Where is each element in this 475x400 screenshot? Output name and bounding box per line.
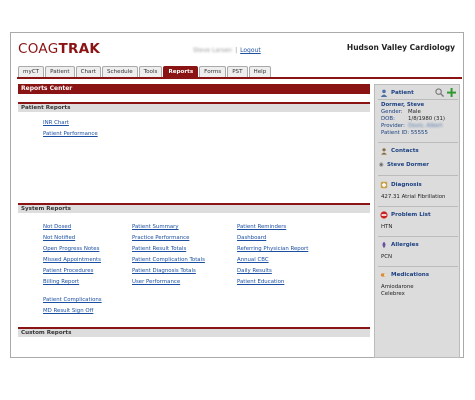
diagnosis-icon (380, 181, 388, 189)
patient-header: Patient (377, 87, 459, 99)
organization-name: Hudson Valley Cardiology (346, 43, 455, 52)
report-link[interactable]: Referring Physician Report (237, 246, 308, 252)
tab-pst[interactable]: PST (227, 66, 248, 77)
contacts-header: Contacts (377, 145, 459, 157)
tab-myct[interactable]: myCT (18, 66, 45, 77)
no-entry-icon (380, 211, 388, 219)
pill-icon (380, 273, 388, 277)
allergies-header: Allergies (377, 239, 459, 251)
diagnosis-heading: Diagnosis (391, 182, 422, 188)
medications-header: Medications (377, 269, 459, 281)
contacts-icon (381, 148, 387, 155)
divider (378, 206, 458, 207)
medication-item: Celebrex (381, 291, 405, 297)
report-link[interactable]: Billing Report (43, 279, 79, 285)
provider-value: Davis, Albert (408, 123, 443, 129)
problem-item: HTN (381, 224, 393, 230)
report-link[interactable]: Patient Education (237, 279, 284, 285)
medications-heading: Medications (391, 272, 430, 278)
section-header-system-reports: System Reports (18, 203, 370, 213)
patient-name: Dormer, Steve (381, 102, 425, 108)
allergies-icon (382, 241, 386, 249)
report-link[interactable]: Practice Performance (132, 235, 189, 241)
search-icon[interactable] (435, 88, 444, 97)
app-logo: COAGTRAK (18, 41, 100, 57)
patient-sidebar: Patient Dormer, Steve Gender: Male DOB: … (374, 84, 460, 358)
divider (378, 99, 458, 100)
diagnosis-item: 427.31 Atrial Fibrillation (381, 194, 446, 200)
page-title: Reports Center (18, 84, 370, 94)
gender-label: Gender: (381, 109, 403, 115)
report-link-patient-complications[interactable]: Patient Complications (43, 297, 102, 303)
report-link[interactable]: Missed Appointments (43, 257, 101, 263)
header: COAGTRAK Steve Larsen | Logout Hudson Vall… (11, 33, 463, 63)
medication-item: Amiodarone (381, 284, 414, 290)
report-link[interactable]: Open Progress Notes (43, 246, 99, 252)
divider (378, 142, 458, 143)
section-header-custom-reports: Custom Reports (18, 327, 370, 337)
tab-forms[interactable]: Forms (199, 66, 227, 77)
reports-center: Reports Center Patient Reports INR Chart… (18, 84, 370, 355)
logo-text-bold: TRAK (58, 41, 101, 57)
tab-tools[interactable]: Tools (138, 66, 163, 77)
contact-name[interactable]: Steve Dormer (387, 162, 429, 169)
radio-icon: ◉ (379, 162, 384, 168)
patient-heading: Patient (391, 90, 414, 96)
dob-value: 1/8/1980 (31) (408, 116, 445, 122)
divider (378, 175, 458, 176)
problem-list-heading: Problem List (391, 212, 431, 218)
allergies-heading: Allergies (391, 242, 419, 248)
provider-label: Provider: (381, 123, 405, 129)
tab-chart[interactable]: Chart (75, 66, 101, 77)
report-link[interactable]: Not Dosed (43, 224, 71, 230)
report-link[interactable]: Annual CBC (237, 257, 269, 263)
report-link-md-result-sign-off[interactable]: MD Result Sign Off (43, 308, 93, 314)
report-link[interactable]: Dashboard (237, 235, 266, 241)
add-icon[interactable] (447, 88, 456, 97)
tab-reports[interactable]: Reports (163, 66, 199, 77)
patient-id: Patient ID: 55555 (381, 130, 428, 136)
user-area: Steve Larsen | Logout (193, 47, 261, 54)
report-link[interactable]: Patient Result Totals (132, 246, 186, 252)
tab-help[interactable]: Help (248, 66, 272, 77)
report-link[interactable]: Not Notified (43, 235, 75, 241)
app-window: COAGTRAK Steve Larsen | Logout Hudson Vall… (10, 32, 464, 358)
report-link[interactable]: Patient Procedures (43, 268, 93, 274)
report-link[interactable]: Patient Complication Totals (132, 257, 205, 263)
dob-label: DOB: (381, 116, 395, 122)
separator: | (235, 47, 238, 54)
section-header-patient-reports: Patient Reports (18, 102, 370, 112)
logout-link[interactable]: Logout (240, 47, 261, 54)
logo-text: COAG (18, 41, 59, 57)
diagnosis-header: Diagnosis (377, 179, 459, 191)
report-link-inr-chart[interactable]: INR Chart (43, 120, 69, 126)
user-name: Steve Larsen (193, 47, 233, 54)
tab-underline (17, 77, 462, 79)
problem-list-header: Problem List (377, 209, 459, 221)
report-link[interactable]: Patient Summary (132, 224, 179, 230)
report-link[interactable]: Patient Reminders (237, 224, 286, 230)
contacts-heading: Contacts (391, 148, 419, 154)
divider (378, 266, 458, 267)
report-link[interactable]: User Performance (132, 279, 180, 285)
divider (378, 236, 458, 237)
tab-patient[interactable]: Patient (45, 66, 75, 77)
main-tabs: myCT Patient Chart Schedule Tools Report… (18, 66, 272, 77)
patient-icon (380, 89, 388, 97)
tab-schedule[interactable]: Schedule (101, 66, 138, 77)
gender-value: Male (408, 109, 421, 115)
report-link[interactable]: Patient Diagnosis Totals (132, 268, 196, 274)
allergy-item: PCN (381, 254, 393, 260)
report-link-patient-performance[interactable]: Patient Performance (43, 131, 98, 137)
report-link[interactable]: Daily Results (237, 268, 272, 274)
